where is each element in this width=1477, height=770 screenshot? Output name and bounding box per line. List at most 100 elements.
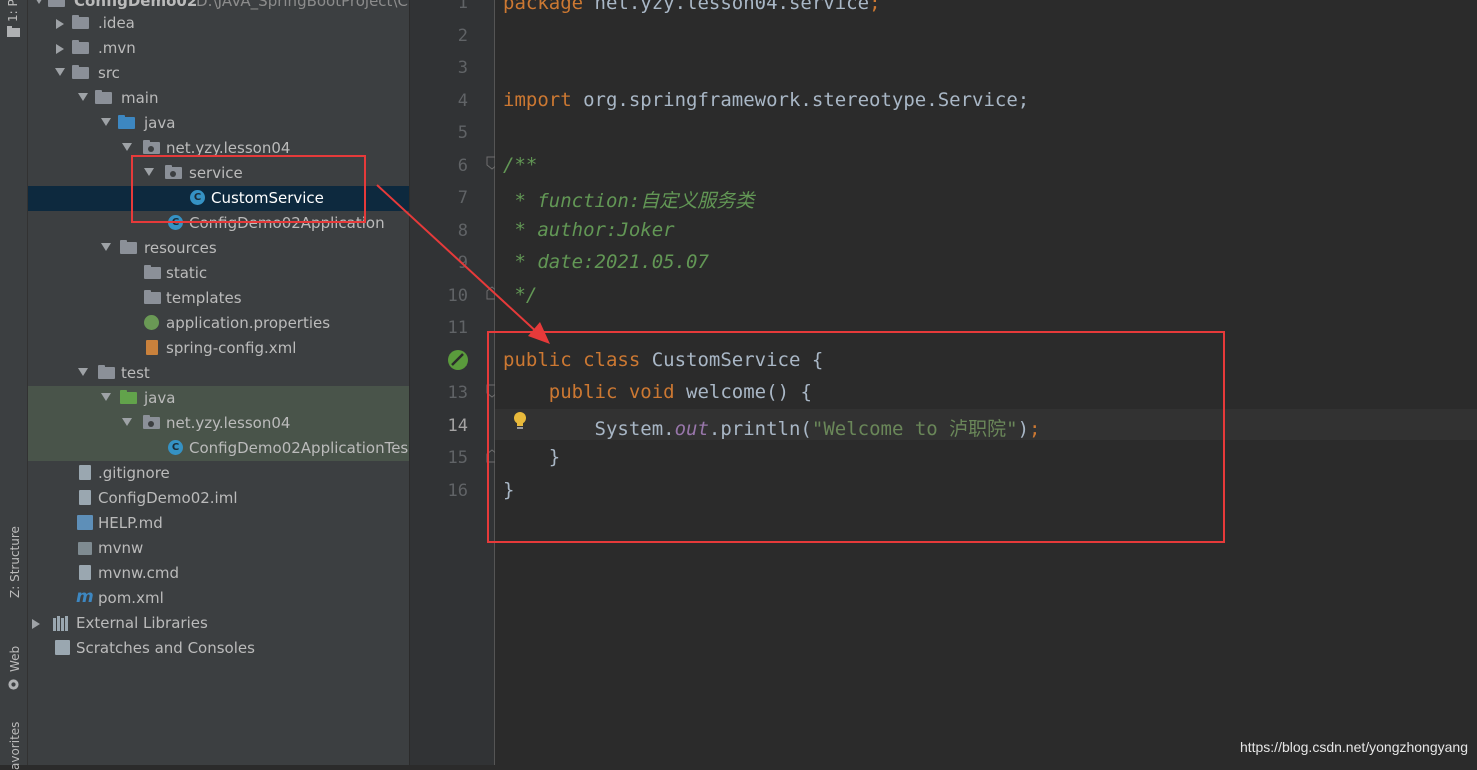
tree-label: ConfigDemo02ApplicationTes <box>189 439 409 457</box>
folder-icon <box>144 290 161 306</box>
tree-row-external-libraries[interactable]: External Libraries <box>28 611 409 636</box>
shell-file-icon <box>78 542 92 555</box>
project-tool-tab[interactable]: 1: P <box>6 0 20 22</box>
chevron-right-icon[interactable] <box>32 619 40 629</box>
tool-window-strip: 1: P Z: Structure Web avorites <box>0 0 28 770</box>
editor-gutter: 1 2 3 4 5 6 7 8 9 10 11 12 13 14 15 16 <box>410 0 498 765</box>
tree-label: resources <box>144 239 217 257</box>
package-icon <box>143 415 160 431</box>
iml-file-icon <box>79 490 91 505</box>
structure-tool-tab[interactable]: Z: Structure <box>8 526 22 598</box>
tree-row-idea[interactable]: .idea <box>28 11 409 36</box>
package-icon <box>143 140 160 156</box>
tree-row-scratches[interactable]: Scratches and Consoles <box>28 636 409 661</box>
line-number: 4 <box>457 91 468 111</box>
chevron-right-icon[interactable] <box>56 44 64 54</box>
line-number: 2 <box>457 26 468 46</box>
folder-icon <box>72 15 89 31</box>
tree-row-app-properties[interactable]: application.properties <box>28 311 409 336</box>
folder-icon <box>144 265 161 281</box>
tree-row-spring-config[interactable]: spring-config.xml <box>28 336 409 361</box>
chevron-down-icon[interactable] <box>122 418 132 426</box>
tree-row-src[interactable]: src <box>28 61 409 86</box>
code-line-6: /** <box>503 154 538 176</box>
tree-row-pom[interactable]: m pom.xml <box>28 586 409 611</box>
favorites-tool-tab[interactable]: avorites <box>8 722 22 770</box>
source-folder-icon <box>118 115 135 131</box>
tree-row-test[interactable]: test <box>28 361 409 386</box>
tree-row-mvn[interactable]: .mvn <box>28 36 409 61</box>
tree-row-iml[interactable]: ConfigDemo02.iml <box>28 486 409 511</box>
watermark: https://blog.csdn.net/yongzhongyang <box>1239 739 1468 755</box>
tree-label: .idea <box>98 14 135 32</box>
test-class-icon: C <box>168 440 183 455</box>
tree-label: mvnw.cmd <box>98 564 180 582</box>
folder-icon <box>72 40 89 56</box>
scratches-icon <box>55 640 70 655</box>
tree-row-java[interactable]: java <box>28 111 409 136</box>
spring-bean-icon[interactable] <box>447 349 469 371</box>
chevron-down-icon[interactable] <box>34 0 44 4</box>
chevron-down-icon[interactable] <box>101 393 111 401</box>
tree-label: templates <box>166 289 242 307</box>
tree-row-gitignore[interactable]: .gitignore <box>28 461 409 486</box>
cmd-file-icon <box>79 565 91 580</box>
annotation-box-tree <box>131 155 366 223</box>
tree-row-mvnw-cmd[interactable]: mvnw.cmd <box>28 561 409 586</box>
tree-path: D:\JAVA_SpringBootProject\C <box>196 0 408 10</box>
tree-row-help[interactable]: HELP.md <box>28 511 409 536</box>
folder-icon <box>98 365 115 381</box>
line-number: 15 <box>447 448 468 468</box>
tree-label: application.properties <box>166 314 331 332</box>
tree-label: External Libraries <box>76 614 208 632</box>
line-number: 5 <box>457 123 468 143</box>
chevron-down-icon[interactable] <box>55 68 65 76</box>
tree-row-test-package[interactable]: net.yzy.lesson04 <box>28 411 409 436</box>
line-number-current: 14 <box>447 416 468 436</box>
tree-label: java <box>144 114 176 132</box>
chevron-down-icon[interactable] <box>101 243 111 251</box>
resources-folder-icon <box>120 240 137 256</box>
tree-label: main <box>121 89 159 107</box>
tree-label: ConfigDemo02.iml <box>98 489 238 507</box>
tree-label: mvnw <box>98 539 144 557</box>
chevron-down-icon[interactable] <box>101 118 111 126</box>
code-token: net.yzy.lesson04.service <box>583 0 870 14</box>
tree-label: spring-config.xml <box>166 339 297 357</box>
tree-row-resources[interactable]: resources <box>28 236 409 261</box>
line-number: 3 <box>457 58 468 78</box>
folder-icon <box>7 26 20 37</box>
library-icon <box>53 616 68 631</box>
folder-icon <box>48 0 65 9</box>
web-tool-tab[interactable]: Web <box>8 646 22 672</box>
code-token: import <box>503 89 572 111</box>
tree-label: test <box>121 364 150 382</box>
markdown-file-icon <box>77 515 93 530</box>
gitignore-file-icon <box>79 465 91 480</box>
tree-row-test-java[interactable]: java <box>28 386 409 411</box>
tree-label: .gitignore <box>98 464 170 482</box>
xml-file-icon <box>146 340 158 355</box>
tree-label: .mvn <box>98 39 136 57</box>
annotation-arrow-icon <box>376 184 550 344</box>
maven-icon: m <box>76 587 94 607</box>
chevron-right-icon[interactable] <box>56 19 64 29</box>
chevron-down-icon[interactable] <box>78 368 88 376</box>
tree-row-main[interactable]: main <box>28 86 409 111</box>
tree-label: java <box>144 389 176 407</box>
tree-label: src <box>98 64 120 82</box>
tree-row-static[interactable]: static <box>28 261 409 286</box>
tree-label: pom.xml <box>98 589 164 607</box>
chevron-down-icon[interactable] <box>122 143 132 151</box>
project-tree-panel: ConfigDemo02 D:\JAVA_SpringBootProject\C… <box>28 0 409 765</box>
chevron-down-icon[interactable] <box>78 93 88 101</box>
code-token: ; <box>869 0 881 14</box>
tree-row-test-class[interactable]: C ConfigDemo02ApplicationTes <box>28 436 409 461</box>
line-number: 13 <box>447 383 468 403</box>
tree-row-templates[interactable]: templates <box>28 286 409 311</box>
code-token: org.springframework.stereotype.Service; <box>571 89 1030 111</box>
tree-row-mvnw[interactable]: mvnw <box>28 536 409 561</box>
code-line-4: import org.springframework.stereotype.Se… <box>503 89 1029 111</box>
code-line-1: package net.yzy.lesson04.service; <box>503 0 881 14</box>
tree-label: net.yzy.lesson04 <box>166 414 291 432</box>
